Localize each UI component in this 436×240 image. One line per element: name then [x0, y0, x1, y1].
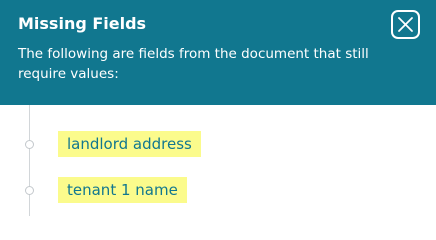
- panel-header: Missing Fields The following are fields …: [0, 0, 436, 105]
- bullet-dot-icon: [25, 186, 34, 195]
- panel-description: The following are fields from the docume…: [18, 46, 369, 82]
- missing-fields-panel: Missing Fields The following are fields …: [0, 0, 436, 216]
- missing-field-link[interactable]: tenant 1 name: [58, 177, 187, 203]
- panel-title: Missing Fields: [18, 14, 147, 33]
- bullet-dot-icon: [25, 140, 34, 149]
- close-icon: [398, 17, 413, 32]
- list-item: tenant 1 name: [0, 177, 436, 203]
- list-item: landlord address: [0, 131, 436, 157]
- missing-field-link[interactable]: landlord address: [58, 131, 201, 157]
- missing-fields-list: landlord address tenant 1 name: [0, 105, 436, 216]
- close-button[interactable]: [391, 10, 420, 39]
